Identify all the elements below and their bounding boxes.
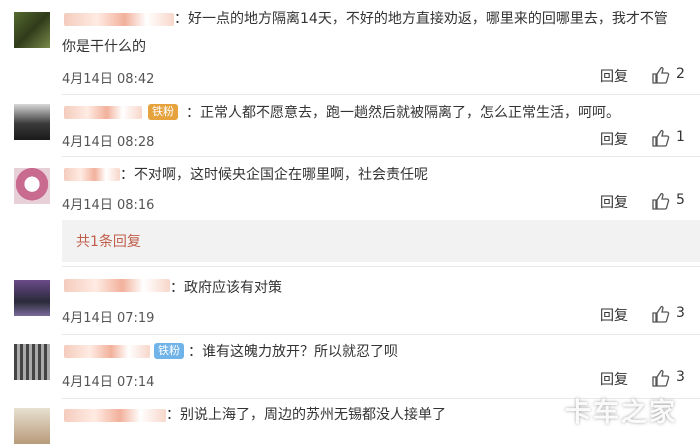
username-redacted[interactable] [64, 13, 174, 26]
divider [62, 334, 700, 335]
iron-fan-badge: 铁粉 [148, 104, 178, 120]
comment-date: 4月14日 08:28 [62, 135, 155, 150]
thumbs-up-icon[interactable] [652, 369, 670, 387]
avatar[interactable] [14, 12, 50, 48]
reply-button[interactable]: 回复 [600, 66, 628, 86]
comment-text: ：好一点的地方隔离14天，不好的地方直接劝返，哪里来的回哪里去，我才不管 [174, 11, 668, 27]
avatar[interactable] [14, 104, 50, 140]
site-watermark: 卡车之家 [565, 398, 678, 428]
comment-date: 4月14日 08:16 [62, 198, 155, 213]
username-redacted[interactable] [64, 106, 142, 119]
comment-text: ：谁有这魄力放开？所以就忍了呗 [188, 344, 398, 360]
thumbs-up-icon[interactable] [652, 66, 670, 84]
thumbs-up-icon[interactable] [652, 192, 670, 210]
username-redacted[interactable] [64, 345, 150, 358]
comment-date: 4月14日 07:19 [62, 311, 155, 326]
comment-text: ：别说上海了，周边的苏州无锡都没人接单了 [166, 407, 446, 423]
avatar[interactable] [14, 168, 50, 204]
comment-text: ：正常人都不愿意去，跑一趟然后就被隔离了，怎么正常生活，呵呵。 [186, 105, 620, 121]
divider [62, 266, 700, 267]
username-redacted[interactable] [64, 279, 170, 292]
like-count: 3 [676, 369, 685, 385]
iron-fan-badge: 铁粉 [154, 343, 184, 359]
reply-button[interactable]: 回复 [600, 369, 628, 389]
username-redacted[interactable] [64, 409, 166, 422]
thumbs-up-icon[interactable] [652, 129, 670, 147]
reply-button[interactable]: 回复 [600, 192, 628, 212]
like-count: 5 [676, 192, 685, 208]
comment-text: ：不对啊，这时候央企国企在哪里啊，社会责任呢 [120, 167, 428, 183]
comment-date: 4月14日 07:14 [62, 375, 155, 390]
view-subreplies-button[interactable]: 共1条回复 [62, 220, 700, 262]
comment-text-continued: 你是干什么的 [62, 39, 146, 55]
thumbs-up-icon[interactable] [652, 305, 670, 323]
subreplies-label: 共1条回复 [76, 234, 141, 250]
like-count: 2 [676, 66, 685, 82]
like-count: 3 [676, 305, 685, 321]
like-count: 1 [676, 129, 685, 145]
avatar[interactable] [14, 280, 50, 316]
comment-text: ：政府应该有对策 [170, 280, 282, 296]
divider [62, 94, 700, 95]
reply-button[interactable]: 回复 [600, 305, 628, 325]
avatar[interactable] [14, 408, 50, 444]
username-redacted[interactable] [64, 168, 120, 181]
avatar[interactable] [14, 344, 50, 380]
reply-button[interactable]: 回复 [600, 129, 628, 149]
divider [62, 156, 700, 157]
comment-date: 4月14日 08:42 [62, 72, 155, 87]
